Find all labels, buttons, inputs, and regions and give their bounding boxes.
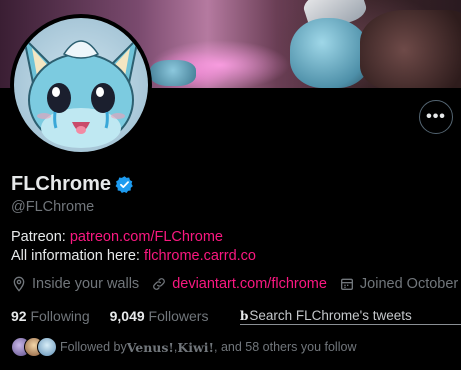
patreon-link[interactable]: patreon.com/FLChrome: [70, 229, 223, 245]
avatar-image: [14, 18, 148, 152]
bio-line-patreon: Patreon: patreon.com/FLChrome: [11, 228, 256, 247]
follower-name-2: Kiwi!: [177, 339, 215, 355]
tweet-search-input[interactable]: [249, 308, 450, 323]
following-count: 92: [11, 308, 27, 324]
banner-paw-right: [290, 18, 370, 88]
bio-patreon-prefix: Patreon:: [11, 229, 70, 245]
location-pin-icon: [13, 276, 25, 292]
more-options-button[interactable]: •••: [419, 100, 453, 134]
bio-info-prefix: All information here:: [11, 248, 144, 264]
banner-figure: [360, 10, 461, 88]
website-link[interactable]: deviantart.com/flchrome: [172, 276, 327, 292]
banner-paw-left: [150, 60, 196, 86]
profile-handle: @FLChrome: [11, 199, 95, 215]
tweet-search-box: b: [240, 307, 461, 325]
website-item: deviantart.com/flchrome: [151, 276, 327, 292]
profile-stats: 92 Following 9,049 Followers: [11, 308, 228, 324]
carrd-link[interactable]: flchrome.carrd.co: [144, 248, 256, 264]
followed-by-row[interactable]: Followed by Venus!, Kiwi!, and 58 others…: [11, 337, 356, 357]
location-item: Inside your walls: [11, 276, 139, 292]
follower-avatars: [11, 337, 57, 357]
followed-by-prefix: Followed by: [60, 340, 127, 354]
display-name: FLChrome: [11, 173, 111, 195]
profile-bio: Patreon: patreon.com/FLChrome All inform…: [11, 228, 256, 266]
followers-count: 9,049: [109, 308, 145, 324]
follower-avatar: [37, 337, 57, 357]
search-prefix-glyph: b: [240, 308, 249, 323]
link-icon: [153, 278, 166, 290]
follower-name-1: Venus!: [126, 339, 174, 355]
more-icon: •••: [426, 108, 446, 125]
bio-line-info: All information here: flchrome.carrd.co: [11, 247, 256, 266]
following-label: Following: [30, 308, 90, 324]
profile-name-row: FLChrome: [11, 173, 134, 196]
location-text: Inside your walls: [32, 276, 140, 292]
followed-by-suffix: , and 58 others you follow: [214, 340, 357, 354]
joined-text: Joined October: [359, 276, 459, 292]
verified-badge-icon[interactable]: [115, 175, 134, 194]
followers-link[interactable]: 9,049 Followers: [110, 308, 209, 324]
profile-meta: Inside your walls deviantart.com/flchrom…: [11, 276, 461, 292]
profile-avatar[interactable]: [10, 14, 152, 156]
following-link[interactable]: 92 Following: [11, 308, 90, 324]
followers-label: Followers: [148, 308, 209, 324]
joined-item: Joined October: [339, 276, 458, 292]
calendar-icon: [340, 278, 353, 290]
